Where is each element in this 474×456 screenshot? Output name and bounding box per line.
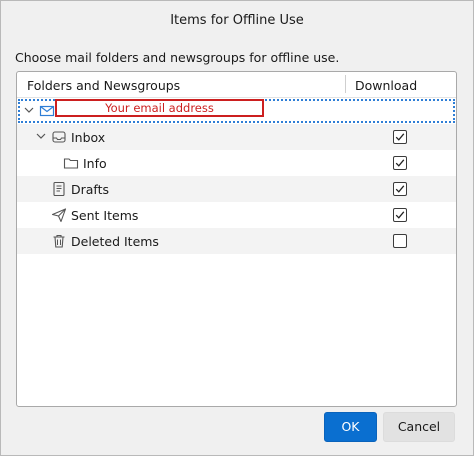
download-checkbox-info[interactable] <box>393 156 407 170</box>
tree-row-drafts[interactable]: Drafts <box>17 176 456 202</box>
sent-icon <box>51 208 67 223</box>
tree-row-info[interactable]: Info <box>17 150 456 176</box>
tree-row-sent-items[interactable]: Sent Items <box>17 202 456 228</box>
column-header-download[interactable]: Download <box>355 78 417 93</box>
download-checkbox-deleted-items[interactable] <box>393 234 407 248</box>
checkmark-icon <box>395 211 405 219</box>
tree-row-deleted-items[interactable]: Deleted Items <box>17 228 456 254</box>
instructions-text: Choose mail folders and newsgroups for o… <box>15 50 340 65</box>
tree-item-label: Drafts <box>71 182 110 197</box>
tree-item-label: Info <box>83 156 107 171</box>
offline-items-dialog: Items for Offline Use Choose mail folder… <box>0 0 474 456</box>
chevron-down-icon[interactable] <box>23 104 35 116</box>
tree-row-account[interactable]: Your email address <box>17 98 456 124</box>
folders-tree[interactable]: Folders and Newsgroups Download Your ema… <box>16 71 457 407</box>
cancel-button[interactable]: Cancel <box>383 412 455 442</box>
mail-account-icon <box>39 105 55 117</box>
tree-header: Folders and Newsgroups Download <box>17 72 456 98</box>
checkmark-icon <box>395 185 405 193</box>
drafts-icon <box>53 181 65 197</box>
account-email-redacted: Your email address <box>55 99 264 117</box>
column-header-folders[interactable]: Folders and Newsgroups <box>27 78 180 93</box>
tree-item-label: Sent Items <box>71 208 139 223</box>
tree-item-label: Deleted Items <box>71 234 159 249</box>
chevron-down-icon[interactable] <box>35 130 47 142</box>
checkmark-icon <box>395 159 405 167</box>
checkmark-icon <box>395 133 405 141</box>
column-separator[interactable] <box>345 75 346 93</box>
tree-item-label: Inbox <box>71 130 106 145</box>
folder-icon <box>63 158 79 169</box>
download-checkbox-inbox[interactable] <box>393 130 407 144</box>
download-checkbox-sent-items[interactable] <box>393 208 407 222</box>
tree-row-inbox[interactable]: Inbox <box>17 124 456 150</box>
inbox-icon <box>52 131 66 143</box>
trash-icon <box>53 234 65 248</box>
dialog-title: Items for Offline Use <box>170 13 304 28</box>
ok-button[interactable]: OK <box>324 412 377 442</box>
download-checkbox-drafts[interactable] <box>393 182 407 196</box>
